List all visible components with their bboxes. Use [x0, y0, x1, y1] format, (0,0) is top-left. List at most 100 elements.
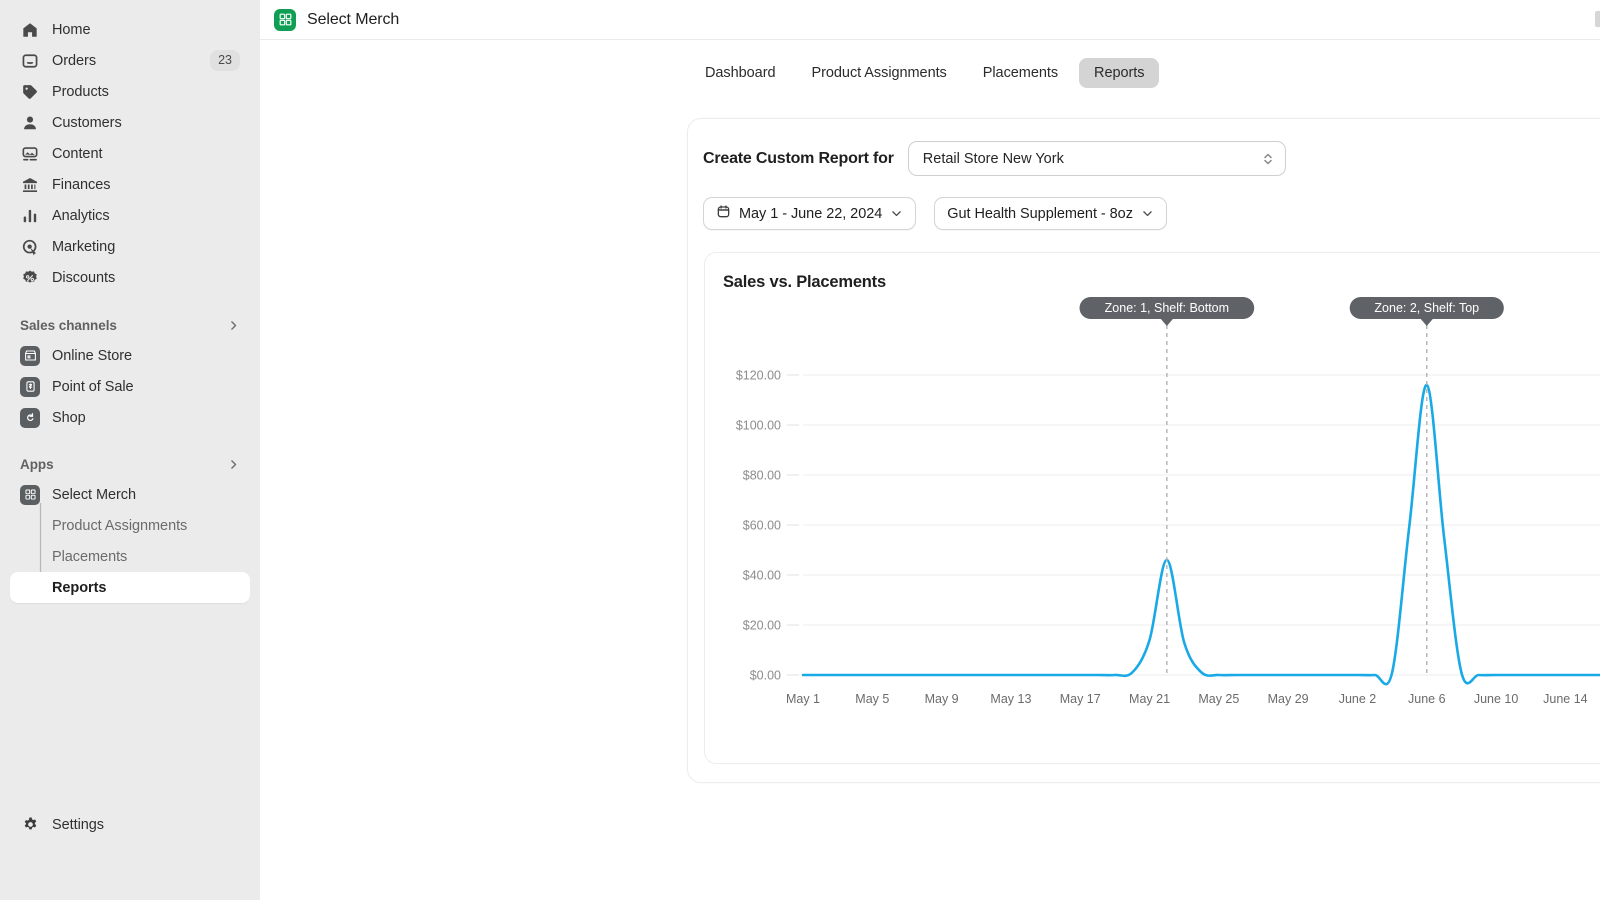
- x-axis-tick-label: May 21: [1129, 692, 1170, 706]
- sales-line-chart: $0.00 $20.00 $40.00 $60.00 $80.00 $100.00 $120…: [705, 253, 1600, 765]
- select-merch-icon: [20, 485, 40, 505]
- sidebar-item-label: Settings: [52, 817, 104, 833]
- main-content: Select Merch Dashboard Product Assignmen…: [260, 0, 1600, 900]
- sidebar-item-label: Analytics: [52, 208, 110, 224]
- sidebar-item-label: Product Assignments: [52, 518, 187, 534]
- y-axis-tick-label: $60.00: [743, 519, 781, 533]
- sidebar-item-label: Discounts: [52, 270, 115, 286]
- sidebar-item-label: Home: [52, 22, 90, 38]
- orders-inbox-icon: [20, 51, 40, 71]
- x-axis-tick-label: May 17: [1060, 692, 1101, 706]
- sidebar-item-placements[interactable]: Placements: [10, 541, 250, 572]
- edge-handle[interactable]: [1595, 11, 1600, 27]
- marketing-target-icon: [20, 237, 40, 257]
- sidebar-item-orders[interactable]: Orders 23: [10, 45, 250, 76]
- x-axis-tick-label: May 13: [990, 692, 1031, 706]
- y-axis-tick-label: $100.00: [736, 419, 781, 433]
- y-axis-tick-label: $40.00: [743, 569, 781, 583]
- sidebar-item-marketing[interactable]: Marketing: [10, 231, 250, 262]
- sidebar-item-content[interactable]: Content: [10, 138, 250, 169]
- sales-line-series: [803, 385, 1600, 684]
- sidebar-item-label: Reports: [52, 580, 106, 596]
- x-axis-tick-label: June 2: [1339, 692, 1377, 706]
- tab-bar: Dashboard Product Assignments Placements…: [260, 40, 1600, 88]
- section-label: Sales channels: [20, 318, 117, 333]
- sidebar-item-home[interactable]: Home: [10, 14, 250, 45]
- y-axis-tick-label: $20.00: [743, 619, 781, 633]
- chevron-down-icon: [890, 207, 903, 220]
- sidebar-section-apps[interactable]: Apps: [10, 449, 250, 479]
- sidebar-item-label: Shop: [52, 410, 86, 426]
- page-title: Select Merch: [307, 11, 399, 29]
- x-axis-tick-label: June 6: [1408, 692, 1446, 706]
- report-store-row: Create Custom Report for Retail Store Ne…: [688, 119, 1600, 176]
- sidebar-item-finances[interactable]: Finances: [10, 169, 250, 200]
- sidebar-item-label: Products: [52, 84, 109, 100]
- tab-reports[interactable]: Reports: [1079, 58, 1159, 88]
- x-axis-tick-label: May 1: [786, 692, 820, 706]
- sidebar-item-online-store[interactable]: Online Store: [10, 340, 250, 371]
- sidebar-item-customers[interactable]: Customers: [10, 107, 250, 138]
- sidebar-item-products[interactable]: Products: [10, 76, 250, 107]
- sidebar-item-discounts[interactable]: Discounts: [10, 262, 250, 293]
- customers-person-icon: [20, 113, 40, 133]
- sidebar-item-product-assignments[interactable]: Product Assignments: [10, 510, 250, 541]
- sidebar-item-settings[interactable]: Settings: [10, 809, 250, 840]
- settings-row: Settings: [0, 809, 260, 840]
- placement-annotation[interactable]: Zone: 2, Shelf: Top: [1350, 297, 1504, 326]
- chevron-right-icon: [227, 319, 240, 332]
- calendar-icon: [716, 204, 731, 224]
- content-image-icon: [20, 144, 40, 164]
- sidebar: Home Orders 23 Products Customers: [0, 0, 260, 900]
- tab-product-assignments[interactable]: Product Assignments: [797, 58, 962, 88]
- sidebar-item-label: Customers: [52, 115, 122, 131]
- analytics-bars-icon: [20, 206, 40, 226]
- date-range-picker[interactable]: May 1 - June 22, 2024: [703, 197, 916, 230]
- stepper-up-down-icon: [1261, 150, 1275, 168]
- point-of-sale-icon: [20, 377, 40, 397]
- sidebar-item-label: Online Store: [52, 348, 132, 364]
- store-select-value: Retail Store New York: [923, 151, 1064, 167]
- sidebar-item-select-merch[interactable]: Select Merch: [10, 479, 250, 510]
- gear-icon: [20, 815, 40, 835]
- x-axis-tick-label: May 29: [1268, 692, 1309, 706]
- tab-placements[interactable]: Placements: [968, 58, 1073, 88]
- y-axis-tick-label: $120.00: [736, 369, 781, 383]
- sidebar-item-label: Point of Sale: [52, 379, 134, 395]
- report-panel: Create Custom Report for Retail Store Ne…: [687, 118, 1600, 783]
- x-axis-tick-label: June 10: [1474, 692, 1519, 706]
- select-merch-logo: [274, 9, 296, 31]
- online-store-icon: [20, 346, 40, 366]
- sidebar-item-reports[interactable]: Reports: [10, 572, 250, 603]
- x-axis-tick-label: May 9: [925, 692, 959, 706]
- finances-bank-icon: [20, 175, 40, 195]
- product-filter-dropdown[interactable]: Gut Health Supplement - 8oz: [934, 197, 1167, 230]
- home-icon: [20, 20, 40, 40]
- y-axis-tick-label: $80.00: [743, 469, 781, 483]
- shop-icon: [20, 408, 40, 428]
- y-axis-tick-label: $0.00: [750, 669, 781, 683]
- sidebar-item-label: Orders: [52, 53, 96, 69]
- placement-annotation[interactable]: Zone: 1, Shelf: Bottom: [1080, 297, 1255, 326]
- sidebar-item-shop[interactable]: Shop: [10, 402, 250, 433]
- sidebar-item-analytics[interactable]: Analytics: [10, 200, 250, 231]
- x-axis-tick-label: June 14: [1543, 692, 1588, 706]
- sidebar-section-sales-channels[interactable]: Sales channels: [10, 310, 250, 340]
- chart-card: Sales vs. Placements $0.00$20.00$40.00$6…: [704, 252, 1600, 764]
- sidebar-item-label: Marketing: [52, 239, 115, 255]
- app-root: Home Orders 23 Products Customers: [0, 0, 1600, 900]
- product-filter-label: Gut Health Supplement - 8oz: [947, 206, 1133, 222]
- sidebar-item-point-of-sale[interactable]: Point of Sale: [10, 371, 250, 402]
- sidebar-item-label: Select Merch: [52, 487, 136, 503]
- products-tag-icon: [20, 82, 40, 102]
- x-axis-tick-label: May 25: [1198, 692, 1239, 706]
- store-select[interactable]: Retail Store New York: [908, 141, 1286, 176]
- section-label: Apps: [20, 457, 54, 472]
- app-header: Select Merch: [260, 0, 1600, 40]
- date-range-label: May 1 - June 22, 2024: [739, 206, 882, 222]
- annotation-label: Zone: 1, Shelf: Bottom: [1105, 301, 1229, 315]
- tab-dashboard[interactable]: Dashboard: [690, 58, 791, 88]
- sidebar-item-label: Content: [52, 146, 102, 162]
- create-report-label: Create Custom Report for: [703, 150, 894, 168]
- chevron-down-icon: [1141, 207, 1154, 220]
